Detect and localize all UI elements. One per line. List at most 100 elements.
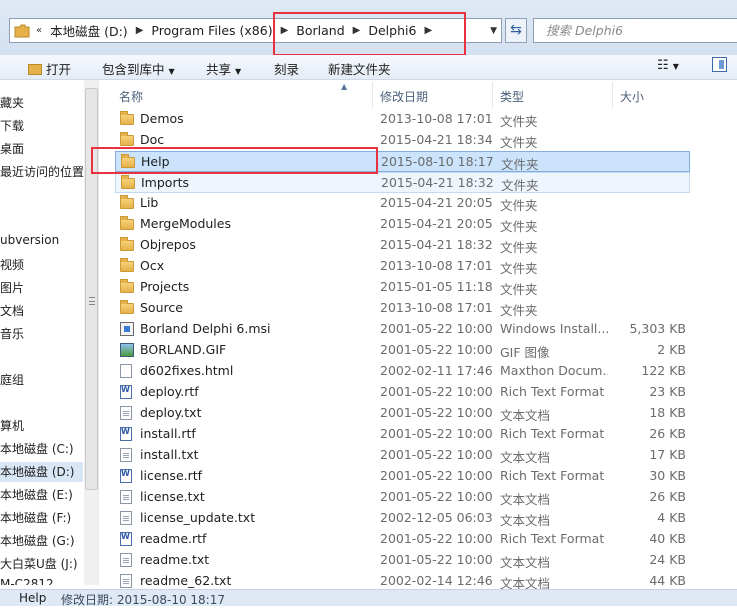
column-type[interactable]: 类型 (500, 88, 524, 105)
file-row[interactable]: MergeModules 2015-04-21 20:05 文件夹 (115, 214, 690, 235)
file-row[interactable]: d602fixes.html 2002-02-11 17:46 Maxthon Do… (115, 361, 690, 382)
view-options-icon[interactable]: ☷ ▼ (657, 58, 679, 73)
file-modified: 2001-05-22 10:00 (380, 426, 493, 441)
file-size: 5,303 KB (629, 321, 686, 336)
navigation-pane: 藏夹 下载 桌面 最近访问的位置 ubversion 视频 图片 文档 音乐 庭… (0, 80, 99, 585)
nav-item-pictures[interactable]: 图片 (0, 279, 24, 296)
file-row[interactable]: license.rtf 2001-05-22 10:00 Rich Text For… (115, 466, 690, 487)
file-size: 122 KB (641, 363, 686, 378)
file-row[interactable]: readme.rtf 2001-05-22 10:00 Rich Text Form… (115, 529, 690, 550)
include-in-library-label: 包含到库中 (102, 62, 165, 77)
command-toolbar: 打开 包含到库中 ▼ 共享 ▼ 刻录 新建文件夹 ☷ ▼ (0, 55, 737, 80)
nav-item-network-pc[interactable]: M-C2812 (0, 577, 54, 585)
column-name[interactable]: 名称 (119, 88, 143, 105)
msi-icon (120, 322, 134, 336)
nav-item-homegroup[interactable]: 庭组 (0, 371, 24, 388)
file-modified: 2001-05-22 10:00 (380, 384, 493, 399)
nav-item-recent-places[interactable]: 最近访问的位置 (0, 163, 84, 180)
file-name: install.rtf (140, 426, 196, 441)
file-row[interactable]: deploy.txt 2001-05-22 10:00 文本文档 18 KB (115, 403, 690, 424)
annotation-highlight-box (273, 12, 466, 56)
file-type: 文件夹 (500, 261, 538, 276)
nav-item-favorites[interactable]: 藏夹 (0, 94, 24, 111)
file-modified: 2013-10-08 17:01 (380, 300, 493, 315)
file-row[interactable]: Source 2013-10-08 17:01 文件夹 (115, 298, 690, 319)
column-divider[interactable] (612, 82, 613, 108)
file-modified: 2015-04-21 18:32 (381, 175, 494, 190)
file-modified: 2001-05-22 10:00 (380, 447, 493, 462)
open-button[interactable]: 打开 (28, 59, 71, 78)
column-divider[interactable] (372, 82, 373, 108)
txt-icon (120, 553, 132, 567)
txt-icon (120, 574, 132, 588)
folder-icon (120, 111, 134, 125)
file-modified: 2001-05-22 10:00 (380, 468, 493, 483)
nav-item-drive-e[interactable]: 本地磁盘 (E:) (0, 486, 73, 503)
file-list-scrollbar[interactable] (723, 108, 737, 589)
share-label: 共享 (206, 62, 232, 77)
folder-icon (120, 216, 134, 230)
include-in-library-button[interactable]: 包含到库中 ▼ (102, 59, 175, 78)
rtf-icon (120, 532, 132, 546)
nav-item-videos[interactable]: 视频 (0, 256, 24, 273)
html-icon (120, 364, 132, 378)
chevron-down-icon: ▼ (235, 67, 242, 76)
search-input[interactable]: 搜索 Delphi6 (533, 18, 737, 43)
column-divider[interactable] (492, 82, 493, 108)
file-row[interactable]: install.rtf 2001-05-22 10:00 Rich Text For… (115, 424, 690, 445)
nav-item-music[interactable]: 音乐 (0, 325, 24, 342)
nav-item-computer[interactable]: 算机 (0, 417, 24, 434)
file-row[interactable]: Lib 2015-04-21 20:05 文件夹 (115, 193, 690, 214)
nav-item-drive-d[interactable]: 本地磁盘 (D:) (0, 462, 83, 482)
file-list: Demos 2013-10-08 17:01 文件夹 Doc 2015-04-21 18… (104, 109, 694, 591)
file-type: 文件夹 (500, 303, 538, 318)
nav-item-downloads[interactable]: 下载 (0, 117, 24, 134)
file-row[interactable]: readme.txt 2001-05-22 10:00 文本文档 24 KB (115, 550, 690, 571)
overflow-chevron-icon[interactable]: « (36, 25, 42, 36)
file-name: d602fixes.html (140, 363, 234, 378)
column-modified[interactable]: 修改日期 (380, 88, 428, 105)
file-row[interactable]: Objrepos 2015-04-21 18:32 文件夹 (115, 235, 690, 256)
chevron-right-icon[interactable]: ▶ (136, 25, 144, 36)
file-row[interactable]: license.txt 2001-05-22 10:00 文本文档 26 KB (115, 487, 690, 508)
file-row[interactable]: Projects 2015-01-05 11:18 文件夹 (115, 277, 690, 298)
nav-item-desktop[interactable]: 桌面 (0, 140, 24, 157)
nav-item-subversion[interactable]: ubversion (0, 233, 59, 247)
preview-pane-icon[interactable] (712, 57, 727, 72)
nav-item-usb-j[interactable]: 大白菜U盘 (J:) (0, 555, 78, 572)
nav-item-documents[interactable]: 文档 (0, 302, 24, 319)
breadcrumb-program-files[interactable]: Program Files (x86) (151, 23, 272, 38)
nav-item-drive-g[interactable]: 本地磁盘 (G:) (0, 532, 75, 549)
file-modified: 2015-04-21 18:32 (380, 237, 493, 252)
file-name: license_update.txt (140, 510, 256, 525)
file-name: Objrepos (140, 237, 196, 252)
file-row[interactable]: install.txt 2001-05-22 10:00 文本文档 17 KB (115, 445, 690, 466)
file-type: 文件夹 (500, 240, 538, 255)
new-folder-button[interactable]: 新建文件夹 (328, 59, 391, 78)
file-row[interactable]: license_update.txt 2002-12-05 06:03 文本文档 4 … (115, 508, 690, 529)
file-type: 文本文档 (500, 555, 551, 570)
nav-item-drive-c[interactable]: 本地磁盘 (C:) (0, 440, 74, 457)
burn-button[interactable]: 刻录 (274, 59, 299, 78)
file-name: deploy.txt (140, 405, 202, 420)
file-modified: 2001-05-22 10:00 (380, 321, 493, 336)
refresh-button[interactable]: ⇆ (505, 18, 527, 43)
file-type: 文件夹 (501, 178, 539, 193)
nav-item-drive-f[interactable]: 本地磁盘 (F:) (0, 509, 71, 526)
file-size: 26 KB (649, 489, 686, 504)
share-button[interactable]: 共享 ▼ (206, 59, 241, 78)
column-size[interactable]: 大小 (620, 88, 644, 105)
file-row[interactable]: BORLAND.GIF 2001-05-22 10:00 GIF 图像 2 KB (115, 340, 690, 361)
folder-icon (14, 24, 30, 38)
file-row[interactable]: Imports 2015-04-21 18:32 文件夹 (115, 172, 690, 193)
file-size: 26 KB (649, 426, 686, 441)
file-row[interactable]: Borland Delphi 6.msi 2001-05-22 10:00 Wind… (115, 319, 690, 340)
address-dropdown-icon[interactable]: ▼ (490, 26, 497, 36)
grip-icon (89, 297, 95, 305)
file-size: 24 KB (649, 552, 686, 567)
open-icon (28, 64, 42, 75)
file-row[interactable]: Demos 2013-10-08 17:01 文件夹 (115, 109, 690, 130)
file-row[interactable]: Ocx 2013-10-08 17:01 文件夹 (115, 256, 690, 277)
breadcrumb-drive-d[interactable]: 本地磁盘 (D:) (50, 21, 128, 40)
file-row[interactable]: deploy.rtf 2001-05-22 10:00 Rich Text Form… (115, 382, 690, 403)
